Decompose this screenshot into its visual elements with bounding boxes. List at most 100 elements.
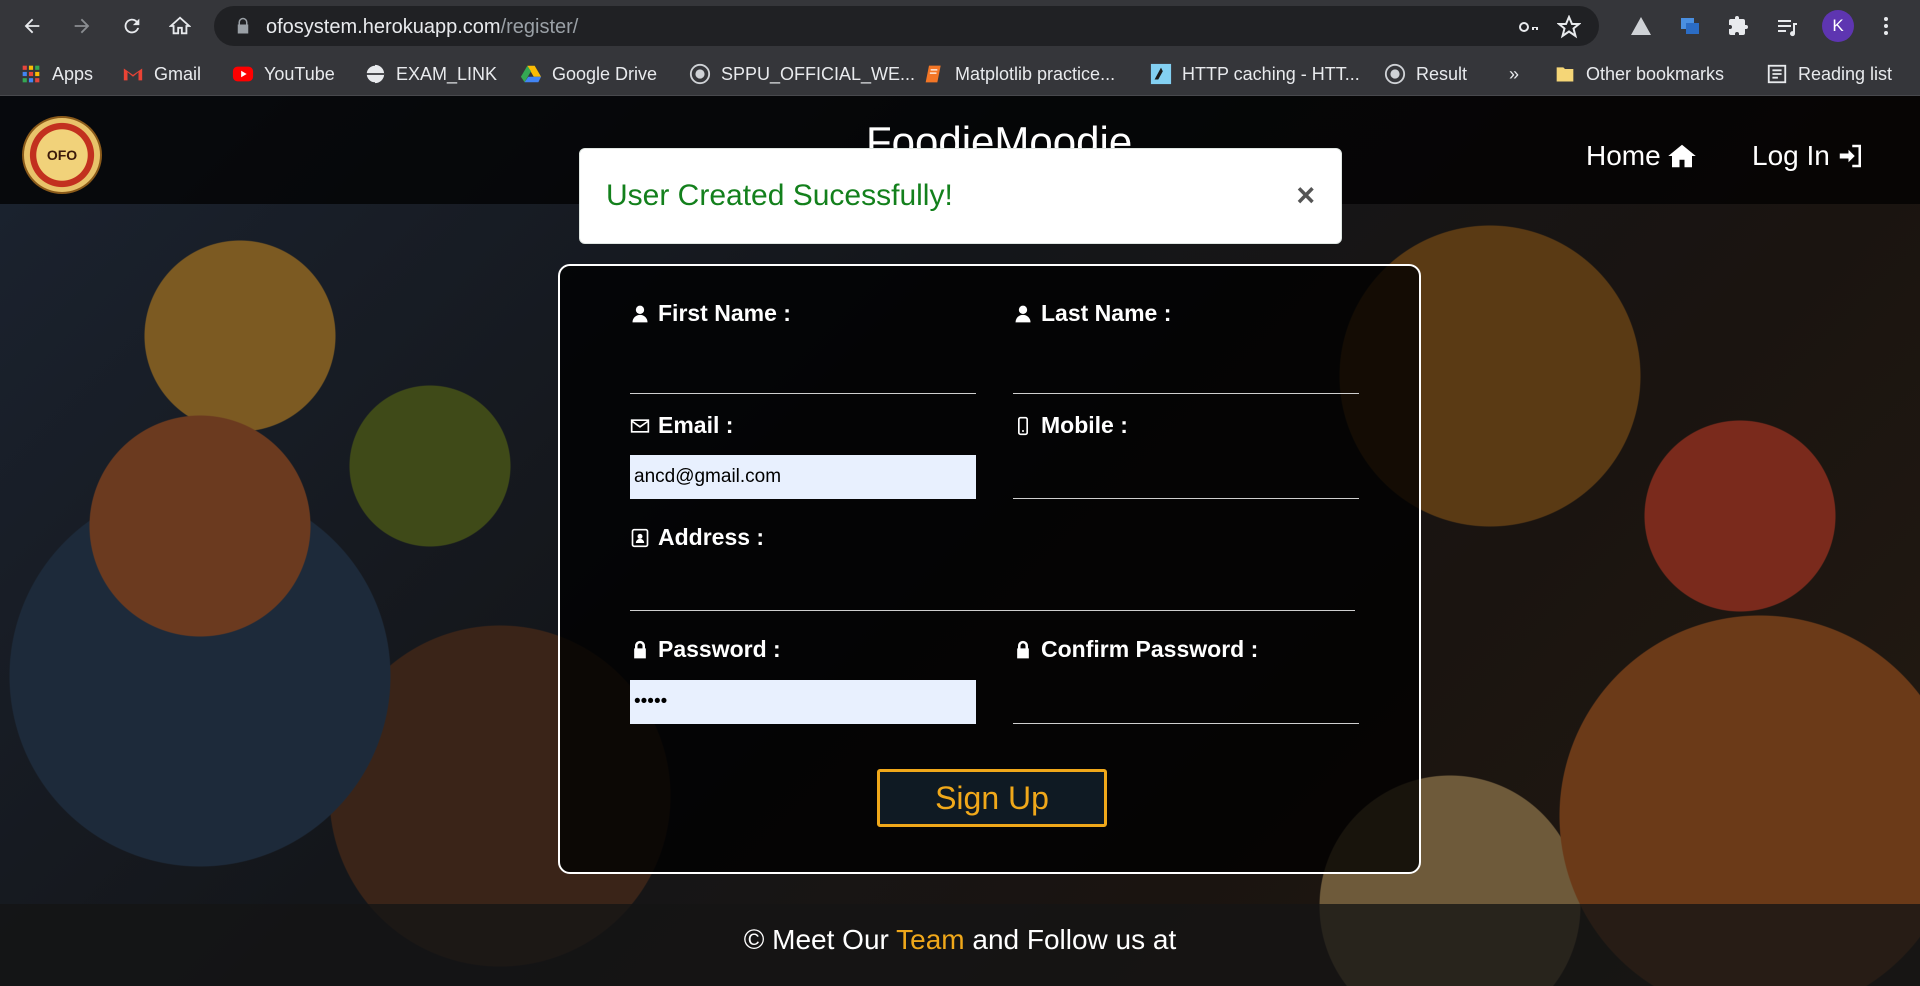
- bookmarks-bar: Apps Gmail YouTube EXAM_LINK Google Driv…: [0, 52, 1920, 96]
- media-queue-icon[interactable]: [1773, 12, 1801, 40]
- footer-suffix: and Follow us at: [964, 924, 1177, 955]
- bookmark-label: Result: [1416, 63, 1468, 84]
- bookmark-label: SPPU_OFFICIAL_WE...: [721, 63, 916, 84]
- reading-list-label: Reading list: [1798, 63, 1893, 84]
- password-input[interactable]: [630, 680, 976, 724]
- profile-avatar[interactable]: K: [1822, 10, 1854, 42]
- mobile-label-text: Mobile :: [1041, 412, 1128, 438]
- address-input[interactable]: [630, 567, 1355, 611]
- address-label: Address :: [630, 524, 764, 551]
- bookmark-label: EXAM_LINK: [396, 63, 498, 84]
- home-icon: [1667, 144, 1696, 168]
- bookmark-label: Google Drive: [552, 63, 658, 84]
- first-name-label-text: First Name :: [658, 300, 791, 326]
- globe-icon: [364, 63, 386, 85]
- nav-home-link[interactable]: Home: [1586, 140, 1697, 172]
- confirm-password-label-text: Confirm Password :: [1041, 636, 1259, 662]
- bookmark-http-caching[interactable]: HTTP caching - HTT...: [1150, 62, 1360, 86]
- address-card-icon: [631, 528, 649, 547]
- browser-toolbar: ofosystem.herokuapp.com/register/ K: [0, 0, 1920, 52]
- lock-icon: [1017, 640, 1029, 658]
- url-host: ofosystem.herokuapp.com: [266, 16, 501, 38]
- mobile-label: Mobile :: [1013, 412, 1128, 439]
- other-bookmarks-label: Other bookmarks: [1586, 63, 1725, 84]
- menu-kebab-icon[interactable]: [1872, 12, 1900, 40]
- site-footer: © Meet Our Team and Follow us at: [0, 904, 1920, 986]
- first-name-label: First Name :: [630, 300, 791, 327]
- youtube-icon: [232, 63, 254, 85]
- sign-up-button[interactable]: Sign Up: [877, 769, 1107, 827]
- reload-icon: [124, 18, 140, 34]
- bookmark-matplotlib[interactable]: Matplotlib practice...: [923, 62, 1115, 86]
- register-form: First Name : Last Name : Email : Mobile …: [558, 264, 1421, 874]
- sign-in-icon: [1839, 144, 1861, 168]
- nav-home-label: Home: [1586, 140, 1661, 171]
- reading-list-icon: [1766, 63, 1788, 85]
- forward-button[interactable]: [64, 8, 100, 44]
- bookmark-label: HTTP caching - HTT...: [1182, 63, 1360, 84]
- home-icon: [169, 16, 191, 35]
- address-label-text: Address :: [658, 524, 765, 550]
- confirm-password-input[interactable]: [1013, 680, 1359, 724]
- bookmark-label: Gmail: [154, 63, 202, 84]
- bookmark-label: YouTube: [264, 63, 335, 84]
- email-label: Email :: [630, 412, 733, 439]
- lock-icon: [634, 640, 646, 658]
- envelope-icon: [630, 418, 650, 433]
- mdn-icon: [1150, 63, 1172, 85]
- key-icon[interactable]: [1517, 15, 1541, 39]
- seal-icon: [689, 63, 711, 85]
- footer-team-link[interactable]: Team: [896, 924, 964, 955]
- overflow-chevron: »: [1509, 63, 1520, 84]
- extension-mountain-icon[interactable]: [1627, 12, 1655, 40]
- back-arrow-icon: [24, 18, 40, 34]
- mobile-input[interactable]: [1013, 455, 1359, 499]
- mobile-phone-icon: [1018, 416, 1028, 435]
- success-alert: User Created Sucessfully! ×: [579, 148, 1342, 244]
- bookmark-label: Apps: [52, 63, 94, 84]
- bookmarks-overflow-button[interactable]: »: [1509, 62, 1519, 86]
- gmail-icon: [122, 63, 144, 85]
- bookmark-youtube[interactable]: YouTube: [232, 62, 335, 86]
- google-drive-icon: [520, 63, 542, 85]
- reload-button[interactable]: [114, 8, 150, 44]
- star-icon[interactable]: [1557, 15, 1581, 39]
- email-input[interactable]: [630, 455, 976, 499]
- bookmark-gmail[interactable]: Gmail: [122, 62, 201, 86]
- url-path: /register/: [500, 16, 579, 38]
- forward-arrow-icon: [74, 18, 90, 34]
- footer-prefix: © Meet Our: [743, 924, 897, 955]
- extensions-puzzle-icon[interactable]: [1724, 12, 1752, 40]
- nav-login-link[interactable]: Log In: [1752, 140, 1866, 172]
- nav-login-label: Log In: [1752, 140, 1830, 171]
- home-button[interactable]: [162, 8, 198, 44]
- logo-text: OFO: [46, 147, 78, 163]
- last-name-input[interactable]: [1013, 350, 1359, 394]
- first-name-input[interactable]: [630, 350, 976, 394]
- extension-windows-icon[interactable]: [1676, 12, 1704, 40]
- bookmark-exam-link[interactable]: EXAM_LINK: [364, 62, 497, 86]
- bookmark-result[interactable]: Result: [1384, 62, 1467, 86]
- reading-list[interactable]: Reading list: [1766, 62, 1892, 86]
- notebook-icon: [923, 63, 945, 85]
- bookmark-google-drive[interactable]: Google Drive: [520, 62, 657, 86]
- password-label: Password :: [630, 636, 781, 663]
- bookmark-sppu[interactable]: SPPU_OFFICIAL_WE...: [689, 62, 915, 86]
- last-name-label: Last Name :: [1013, 300, 1171, 327]
- bookmark-label: Matplotlib practice...: [955, 63, 1116, 84]
- password-label-text: Password :: [658, 636, 781, 662]
- alert-close-button[interactable]: ×: [1296, 177, 1315, 214]
- address-bar[interactable]: ofosystem.herokuapp.com/register/: [214, 6, 1599, 46]
- other-bookmarks[interactable]: Other bookmarks: [1554, 62, 1724, 86]
- email-label-text: Email :: [658, 412, 734, 438]
- footer-text: © Meet Our Team and Follow us at: [0, 924, 1920, 956]
- site-logo[interactable]: OFO: [22, 116, 102, 194]
- user-icon: [1015, 305, 1031, 322]
- bookmark-apps[interactable]: Apps: [20, 62, 93, 86]
- folder-icon: [1554, 63, 1576, 85]
- user-icon: [632, 305, 648, 322]
- seal-icon: [1384, 63, 1406, 85]
- page-viewport: OFO FoodieMoodie Home Log In User Create…: [0, 96, 1920, 986]
- back-button[interactable]: [14, 8, 50, 44]
- lock-icon: [237, 17, 249, 34]
